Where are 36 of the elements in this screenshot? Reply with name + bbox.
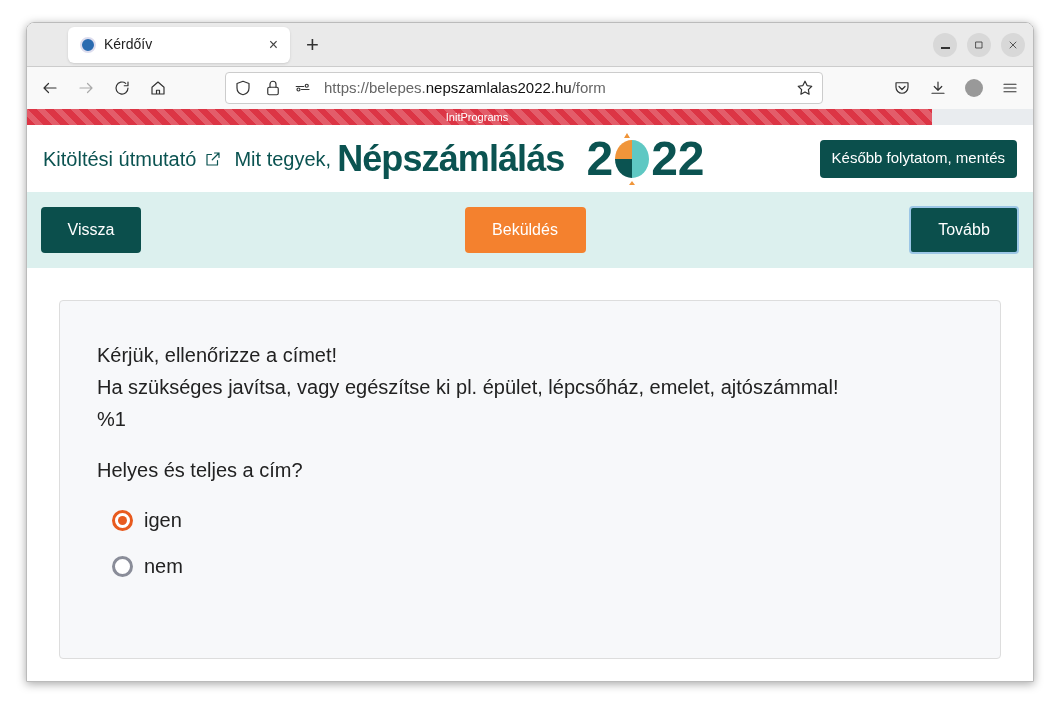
question-text: Kérjük, ellenőrizze a címet! bbox=[97, 343, 339, 368]
logo-wordmark: Népszámlálás bbox=[337, 136, 565, 181]
star-icon[interactable] bbox=[796, 79, 814, 97]
logo-year-digit: 2 bbox=[586, 130, 614, 187]
minimize-button[interactable] bbox=[933, 32, 957, 57]
option-label: igen bbox=[144, 508, 182, 533]
back-button[interactable]: Vissza bbox=[41, 207, 141, 253]
browser-tab[interactable]: Kérdőív × bbox=[68, 26, 290, 63]
url-text: https://belepes.nepszamlalas2022.hu/form bbox=[324, 77, 607, 98]
save-later-button[interactable]: Később folytatom, mentés bbox=[819, 139, 1017, 178]
next-button[interactable]: Tovább bbox=[909, 206, 1019, 254]
progress-label: InitPrograms bbox=[444, 110, 510, 125]
shield-icon bbox=[234, 79, 252, 97]
pie-logo-icon bbox=[613, 132, 652, 185]
close-icon[interactable]: × bbox=[268, 32, 278, 57]
radio-button[interactable] bbox=[112, 555, 133, 577]
question-prompt: Helyes és teljes a cím? bbox=[97, 458, 304, 483]
radio-button[interactable] bbox=[112, 509, 133, 531]
minimize-icon bbox=[940, 46, 950, 49]
site-icon bbox=[80, 36, 96, 53]
tab-title: Kérdőív bbox=[104, 35, 154, 54]
external-link-icon bbox=[204, 149, 223, 168]
option-label: nem bbox=[144, 554, 183, 579]
question-text: Ha szükséges javítsa, vagy egészítse ki pl. épület, lépcsőház, emelet, ajtószámmal! bbox=[97, 375, 840, 400]
new-tab-button[interactable]: + bbox=[306, 28, 319, 61]
guide-link[interactable]: Kitöltési útmutató bbox=[43, 143, 197, 174]
home-icon[interactable] bbox=[149, 79, 167, 97]
download-icon[interactable] bbox=[929, 79, 947, 97]
help-link[interactable]: Mit tegyek, bbox=[234, 143, 332, 174]
logo-year-digits: 22 bbox=[651, 130, 705, 187]
question-text: %1 bbox=[97, 407, 127, 432]
lock-icon bbox=[264, 79, 282, 97]
maximize-icon bbox=[973, 38, 985, 51]
pocket-icon[interactable] bbox=[893, 79, 911, 97]
address-bar[interactable]: https://belepes.nepszamlalas2022.hu/form bbox=[225, 72, 823, 104]
reload-icon[interactable] bbox=[113, 79, 131, 97]
